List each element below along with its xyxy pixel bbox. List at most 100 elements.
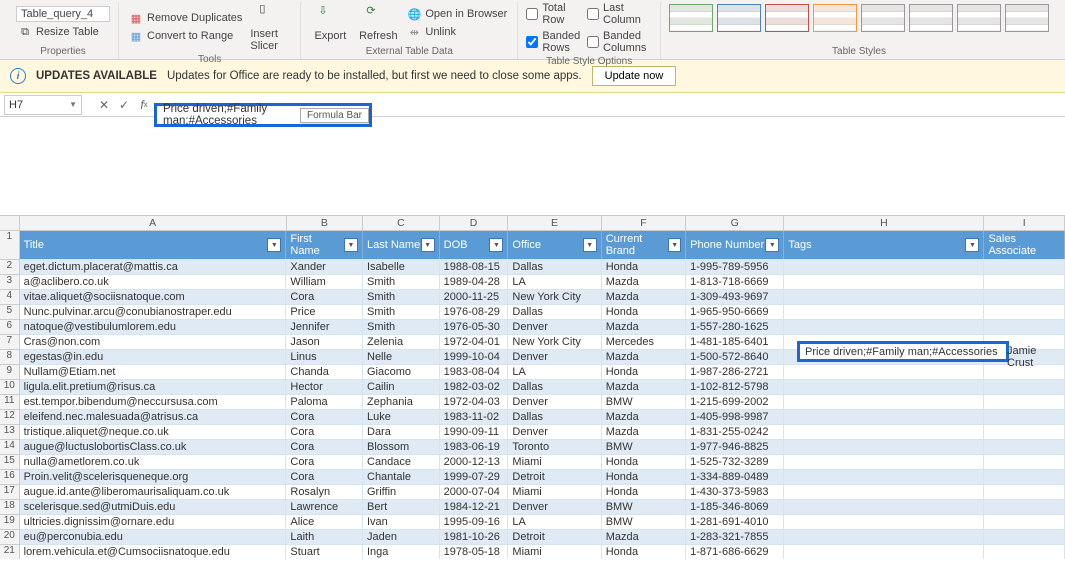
cell[interactable] <box>784 485 984 499</box>
row-header[interactable]: 5 <box>0 304 20 319</box>
convert-range-button[interactable]: ▦Convert to Range <box>127 28 244 44</box>
cell[interactable]: 1995-09-16 <box>440 515 509 529</box>
cell[interactable]: Mazda <box>602 410 686 424</box>
fx-button[interactable]: fx <box>134 95 154 115</box>
cell[interactable]: 1-525-732-3289 <box>686 455 784 469</box>
col-header-A[interactable]: A <box>20 216 287 230</box>
cell[interactable]: 1-283-321-7855 <box>686 530 784 544</box>
col-header-F[interactable]: F <box>602 216 686 230</box>
table-style-swatch[interactable] <box>909 4 953 32</box>
cell[interactable]: Honda <box>602 545 686 559</box>
cell[interactable]: Honda <box>602 305 686 319</box>
cell[interactable]: Mazda <box>602 530 686 544</box>
cell[interactable]: 1981-10-26 <box>440 530 509 544</box>
cell[interactable]: 1-813-718-6669 <box>686 275 784 289</box>
cell[interactable]: 1-215-699-2002 <box>686 395 784 409</box>
cell[interactable]: 1-965-950-6669 <box>686 305 784 319</box>
remove-duplicates-button[interactable]: ▦Remove Duplicates <box>127 10 244 26</box>
col-header-C[interactable]: C <box>363 216 440 230</box>
cell[interactable]: 1-281-691-4010 <box>686 515 784 529</box>
banded-rows-check[interactable]: Banded Rows <box>526 30 581 54</box>
table-row[interactable]: 4vitae.aliquet@sociisnatoque.comCoraSmit… <box>0 289 1065 304</box>
cell[interactable]: Mazda <box>602 320 686 334</box>
cell[interactable]: Cora <box>286 425 363 439</box>
cell[interactable]: Dallas <box>508 410 601 424</box>
cell[interactable]: BMW <box>602 395 686 409</box>
cell[interactable]: BMW <box>602 440 686 454</box>
cell[interactable]: Luke <box>363 410 440 424</box>
cell[interactable]: 1978-05-18 <box>440 545 509 559</box>
cell[interactable]: Jaden <box>363 530 440 544</box>
cell[interactable] <box>984 395 1065 409</box>
cell[interactable]: 1990-09-11 <box>440 425 509 439</box>
cell[interactable] <box>784 545 984 559</box>
cell[interactable]: Mercedes <box>602 335 686 349</box>
cell[interactable]: Denver <box>508 500 601 514</box>
cell[interactable]: Nullam@Etiam.net <box>20 365 287 379</box>
filter-icon[interactable]: ▼ <box>583 238 597 252</box>
cell[interactable]: lorem.vehicula.et@Cumsociisnatoque.edu <box>20 545 287 559</box>
cell[interactable]: 1972-04-01 <box>440 335 509 349</box>
row-header[interactable]: 16 <box>0 469 20 484</box>
update-now-button[interactable]: Update now <box>592 66 677 86</box>
cell[interactable]: Smith <box>363 275 440 289</box>
cell[interactable]: augue.id.ante@liberomaurisaliquam.co.uk <box>20 485 287 499</box>
cell[interactable]: Alice <box>286 515 363 529</box>
cell[interactable]: Miami <box>508 545 601 559</box>
resize-table-button[interactable]: ⧉Resize Table <box>16 24 110 40</box>
open-browser-button[interactable]: 🌐Open in Browser <box>405 6 509 22</box>
cell[interactable]: eleifend.nec.malesuada@atrisus.ca <box>20 410 287 424</box>
cell[interactable] <box>984 500 1065 514</box>
cell[interactable]: Blossom <box>363 440 440 454</box>
cell[interactable]: Honda <box>602 260 686 274</box>
cell[interactable] <box>984 470 1065 484</box>
table-style-swatch[interactable] <box>717 4 761 32</box>
cancel-formula-button[interactable]: ✕ <box>94 95 114 115</box>
cell[interactable]: 1-871-686-6629 <box>686 545 784 559</box>
table-row[interactable]: 5Nunc.pulvinar.arcu@conubianostraper.edu… <box>0 304 1065 319</box>
cell[interactable] <box>784 380 984 394</box>
col-header-H[interactable]: H <box>784 216 984 230</box>
cell[interactable]: 2000-12-13 <box>440 455 509 469</box>
cell[interactable]: Dara <box>363 425 440 439</box>
last-col-check[interactable]: Last Column <box>587 2 652 26</box>
row-header[interactable]: 11 <box>0 394 20 409</box>
active-cell-highlight[interactable]: Price driven;#Family man;#Accessories <box>797 341 1009 362</box>
row-header[interactable]: 17 <box>0 484 20 499</box>
cell[interactable]: Cora <box>286 410 363 424</box>
row-header[interactable]: 9 <box>0 364 20 379</box>
cell[interactable]: Dallas <box>508 305 601 319</box>
table-row[interactable]: 12eleifend.nec.malesuada@atrisus.caCoraL… <box>0 409 1065 424</box>
cell[interactable]: Jason <box>286 335 363 349</box>
th-dob[interactable]: DOB▼ <box>440 231 509 259</box>
cell[interactable]: Detroit <box>508 530 601 544</box>
cell[interactable] <box>784 365 984 379</box>
table-row[interactable]: 6natoque@vestibulumlorem.eduJenniferSmit… <box>0 319 1065 334</box>
table-row[interactable]: 19ultricies.dignissim@ornare.eduAliceIva… <box>0 514 1065 529</box>
col-header-E[interactable]: E <box>508 216 601 230</box>
row-header[interactable]: 12 <box>0 409 20 424</box>
cell[interactable]: Price <box>286 305 363 319</box>
col-header-D[interactable]: D <box>440 216 509 230</box>
cell[interactable]: scelerisque.sed@utmiDuis.edu <box>20 500 287 514</box>
cell[interactable]: Toronto <box>508 440 601 454</box>
cell[interactable] <box>984 290 1065 304</box>
filter-icon[interactable]: ▼ <box>344 238 358 252</box>
cell[interactable]: 1-309-493-9697 <box>686 290 784 304</box>
table-row[interactable]: 2eget.dictum.placerat@mattis.caXanderIsa… <box>0 259 1065 274</box>
cell[interactable]: Paloma <box>286 395 363 409</box>
cell[interactable]: Cora <box>286 455 363 469</box>
cell[interactable]: Ivan <box>363 515 440 529</box>
row-header[interactable]: 21 <box>0 544 20 559</box>
row-header[interactable]: 14 <box>0 439 20 454</box>
cell[interactable]: 1982-03-02 <box>440 380 509 394</box>
table-style-swatch[interactable] <box>861 4 905 32</box>
cell[interactable]: Cora <box>286 290 363 304</box>
cell[interactable]: Stuart <box>286 545 363 559</box>
filter-icon[interactable]: ▼ <box>765 238 779 252</box>
cell[interactable]: 2000-07-04 <box>440 485 509 499</box>
cell[interactable]: Dallas <box>508 380 601 394</box>
cell[interactable]: Giacomo <box>363 365 440 379</box>
cell[interactable] <box>984 275 1065 289</box>
cell[interactable] <box>784 275 984 289</box>
